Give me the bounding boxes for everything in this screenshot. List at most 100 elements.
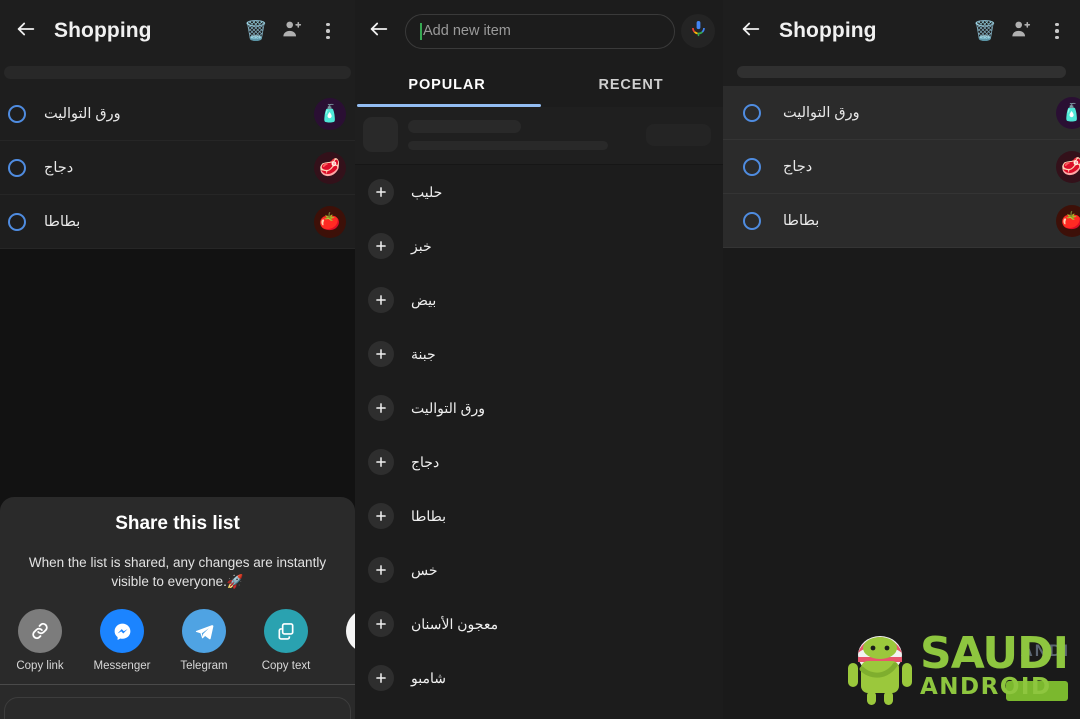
generic-app-icon <box>346 609 355 653</box>
share-sheet-title: Share this list <box>115 512 240 534</box>
item-checkbox[interactable] <box>8 158 26 177</box>
overflow-menu-button[interactable] <box>1040 11 1074 51</box>
back-button[interactable] <box>731 11 771 51</box>
suggestion-item[interactable]: معجون الأسنان <box>355 597 723 651</box>
share-target-label: M <box>338 660 355 672</box>
app-bar-left: Shopping 🗑️ <box>0 0 355 62</box>
app-bar-right: Shopping 🗑️ <box>723 0 1080 62</box>
link-icon <box>18 609 62 653</box>
tab-popular[interactable]: POPULAR <box>355 62 539 107</box>
share-bottom-sheet: Share this list When the list is shared,… <box>0 496 355 685</box>
list-item[interactable]: دجاج 🥩 <box>723 140 1080 194</box>
share-target-label: Telegram <box>180 660 228 672</box>
list-item-label: دجاج <box>783 158 813 175</box>
tomato-icon: 🍅 <box>314 205 346 238</box>
shopping-items-left: ورق التواليت 🧴 دجاج 🥩 بطاطا 🍅 <box>0 87 355 249</box>
plus-icon[interactable] <box>368 233 394 259</box>
copy-icon <box>264 609 308 653</box>
suggestion-item[interactable]: جبنة <box>355 327 723 381</box>
skeleton-bar <box>4 66 351 79</box>
suggestion-item[interactable]: خس <box>355 543 723 597</box>
messenger-icon <box>100 609 144 653</box>
search-input-placeholder: Add new item <box>423 23 511 39</box>
suggestion-item-partial[interactable] <box>355 705 723 719</box>
item-checkbox[interactable] <box>8 104 26 123</box>
back-button[interactable] <box>6 11 46 51</box>
plus-icon[interactable] <box>368 395 394 421</box>
overflow-menu-button[interactable] <box>311 11 345 51</box>
text-caret <box>420 22 422 40</box>
item-checkbox[interactable] <box>743 211 761 230</box>
site-watermark: ANDI SAUDI ANDROID <box>842 629 1072 709</box>
tomato-icon: 🍅 <box>1056 204 1080 237</box>
page-title: Shopping <box>54 19 152 42</box>
footer-pill[interactable] <box>4 697 351 719</box>
skeleton-thumb <box>363 117 398 152</box>
plus-icon[interactable] <box>368 449 394 475</box>
back-button[interactable] <box>359 11 399 51</box>
share-target-list[interactable]: Copy link Messenger Telegram Copy text <box>0 609 355 672</box>
suggestion-item[interactable]: شامبو <box>355 651 723 705</box>
suggestion-label: بطاطا <box>411 507 447 524</box>
watermark-subtitle: ANDROID <box>920 674 1052 700</box>
suggestion-list: حليب خبز بيض جبنة ورق التواليت دجاج بطاط… <box>355 165 723 719</box>
tab-recent[interactable]: RECENT <box>539 62 723 107</box>
skeleton-pill <box>646 123 711 146</box>
share-target-copy-text[interactable]: Copy text <box>256 609 316 672</box>
plus-icon[interactable] <box>368 503 394 529</box>
list-item[interactable]: ورق التواليت 🧴 <box>723 86 1080 140</box>
add-person-button[interactable] <box>1004 11 1038 51</box>
delete-list-button[interactable]: 🗑️ <box>968 11 1002 51</box>
plus-icon[interactable] <box>368 179 394 205</box>
suggestion-item[interactable]: ورق التواليت <box>355 381 723 435</box>
item-checkbox[interactable] <box>8 212 26 231</box>
share-target-telegram[interactable]: Telegram <box>174 609 234 672</box>
add-item-panel-middle: Add new item POPULAR RECENT حليب خبز بيض… <box>355 0 723 719</box>
plus-icon[interactable] <box>368 665 394 691</box>
suggestion-label: خس <box>411 561 438 578</box>
soap-bottle-icon: 🧴 <box>1056 96 1080 129</box>
shopping-items-right: ورق التواليت 🧴 دجاج 🥩 بطاطا 🍅 <box>723 86 1080 248</box>
list-item[interactable]: بطاطا 🍅 <box>723 194 1080 248</box>
plus-icon[interactable] <box>368 287 394 313</box>
share-sheet-description: When the list is shared, any changes are… <box>28 554 327 589</box>
list-item[interactable]: ورق التواليت 🧴 <box>0 87 355 141</box>
suggestion-label: خبز <box>411 237 432 254</box>
suggestion-item[interactable]: دجاج <box>355 435 723 489</box>
plus-icon[interactable] <box>368 557 394 583</box>
plus-icon[interactable] <box>368 611 394 637</box>
microphone-icon <box>689 19 708 43</box>
skeleton-bar <box>737 66 1066 78</box>
share-target-label: Copy link <box>16 660 64 672</box>
suggestion-label: ورق التواليت <box>411 399 486 416</box>
suggestion-item[interactable]: بطاطا <box>355 489 723 543</box>
share-target-messenger[interactable]: Messenger <box>92 609 152 672</box>
list-item[interactable]: بطاطا 🍅 <box>0 195 355 249</box>
list-item[interactable]: دجاج 🥩 <box>0 141 355 195</box>
delete-list-button[interactable]: 🗑️ <box>239 11 273 51</box>
plus-icon[interactable] <box>368 341 394 367</box>
person-add-icon <box>1010 18 1032 45</box>
voice-input-button[interactable] <box>681 14 715 48</box>
suggestion-item[interactable]: حليب <box>355 165 723 219</box>
more-vertical-icon <box>1055 22 1059 40</box>
item-checkbox[interactable] <box>743 157 761 176</box>
meat-cut-icon: 🥩 <box>1056 150 1080 183</box>
suggestion-label: جبنة <box>411 345 436 362</box>
suggestion-item[interactable]: خبز <box>355 219 723 273</box>
list-skeleton-left <box>0 62 355 87</box>
suggestion-item[interactable]: بيض <box>355 273 723 327</box>
list-item-label: دجاج <box>44 159 74 176</box>
add-person-button[interactable] <box>275 11 309 51</box>
suggestion-label: دجاج <box>411 453 440 470</box>
telegram-icon <box>182 609 226 653</box>
search-input[interactable]: Add new item <box>405 13 675 49</box>
share-target-more[interactable]: M <box>338 609 355 672</box>
skeleton-line <box>408 140 608 150</box>
skeleton-line <box>408 119 521 133</box>
arrow-back-icon <box>368 18 390 45</box>
shopping-list-panel-right: Shopping 🗑️ ورق التواليت 🧴 دجاج 🥩 بطاطا … <box>723 0 1080 719</box>
item-checkbox[interactable] <box>743 103 761 122</box>
share-target-copy-link[interactable]: Copy link <box>10 609 70 672</box>
list-item-label: بطاطا <box>783 212 820 229</box>
